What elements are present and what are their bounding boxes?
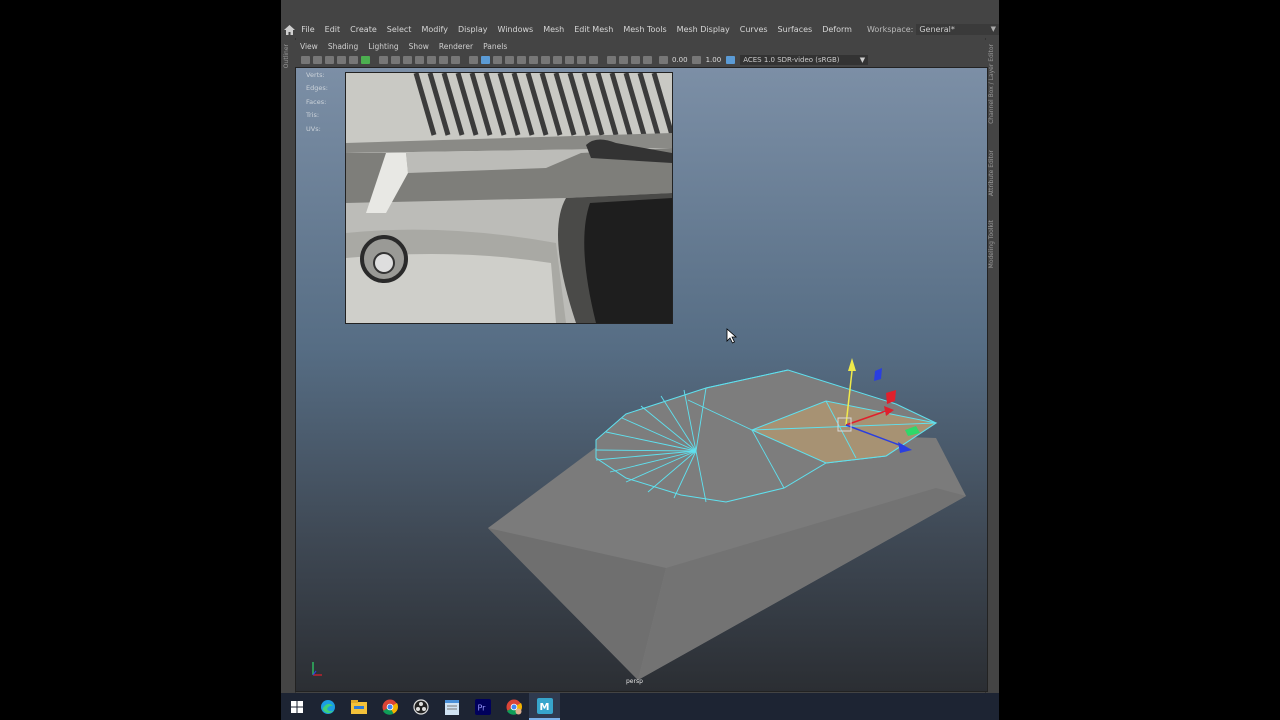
workspace-label: Workspace: <box>866 25 914 34</box>
grid-icon[interactable] <box>378 56 388 64</box>
xray-icon[interactable] <box>618 56 628 64</box>
panel-menu-view[interactable]: View <box>295 42 323 51</box>
safe-title-icon[interactable] <box>450 56 460 64</box>
premiere-icon[interactable]: Pr <box>467 693 498 720</box>
scene-model[interactable] <box>296 68 987 691</box>
workspace-dropdown[interactable]: General* ▼ <box>916 24 999 35</box>
perspective-viewport[interactable]: Verts: Edges: Faces: Tris: UVs: persp <box>295 67 988 692</box>
ambient-occlusion-icon[interactable] <box>552 56 562 64</box>
menu-mesh[interactable]: Mesh <box>538 25 569 34</box>
anti-aliasing-icon[interactable] <box>576 56 586 64</box>
textured-icon[interactable] <box>516 56 526 64</box>
chevron-down-icon: ▼ <box>859 56 866 64</box>
chrome-icon[interactable] <box>374 693 405 720</box>
xray-components-icon[interactable] <box>642 56 652 64</box>
attribute-editor-tab[interactable]: Attribute Editor <box>988 150 995 196</box>
panel-menubar: View Shading Lighting Show Renderer Pane… <box>295 40 986 53</box>
2d-pan-zoom-icon[interactable] <box>348 56 358 64</box>
obs-icon[interactable] <box>405 693 436 720</box>
menu-create[interactable]: Create <box>345 25 382 34</box>
svg-text:Pr: Pr <box>477 703 486 712</box>
field-chart-icon[interactable] <box>426 56 436 64</box>
workspace-value: General* <box>919 25 955 34</box>
exposure-value[interactable]: 0.00 <box>672 56 688 64</box>
isolate-select-icon[interactable] <box>606 56 616 64</box>
menu-deform[interactable]: Deform <box>817 25 857 34</box>
outliner-tab-strip[interactable]: Outliner <box>281 38 296 693</box>
main-menubar: File Edit Create Select Modify Display W… <box>281 21 999 38</box>
menu-windows[interactable]: Windows <box>492 25 538 34</box>
exposure-icon[interactable] <box>658 56 668 64</box>
menu-edit[interactable]: Edit <box>320 25 346 34</box>
home-icon[interactable] <box>283 24 296 35</box>
mouse-cursor-icon <box>726 328 738 344</box>
notepad-icon[interactable] <box>436 693 467 720</box>
menu-file[interactable]: File <box>296 25 319 34</box>
maya-window: File Edit Create Select Modify Display W… <box>281 0 999 693</box>
gamma-value[interactable]: 1.00 <box>706 56 722 64</box>
resolution-gate-icon[interactable] <box>402 56 412 64</box>
panel-menu-panels[interactable]: Panels <box>478 42 512 51</box>
gamma-icon[interactable] <box>692 56 702 64</box>
maya-icon[interactable]: M <box>529 693 560 720</box>
chevron-down-icon: ▼ <box>990 25 996 33</box>
wireframe-on-shaded-icon[interactable] <box>504 56 514 64</box>
axis-indicator-icon <box>312 662 322 676</box>
wireframe-icon[interactable] <box>468 56 478 64</box>
xray-joints-icon[interactable] <box>630 56 640 64</box>
windows-taskbar: Pr M <box>281 693 999 720</box>
menu-mesh-display[interactable]: Mesh Display <box>672 25 735 34</box>
color-space-value: ACES 1.0 SDR-video (sRGB) <box>743 56 840 64</box>
svg-text:M: M <box>539 702 549 713</box>
camera-name-label: persp <box>626 678 643 685</box>
color-space-dropdown[interactable]: ACES 1.0 SDR-video (sRGB) ▼ <box>740 55 869 65</box>
shadows-icon[interactable] <box>540 56 550 64</box>
smooth-shade-icon[interactable] <box>480 56 490 64</box>
menu-display[interactable]: Display <box>453 25 493 34</box>
windows-start-icon[interactable] <box>281 693 312 720</box>
panel-menu-shading[interactable]: Shading <box>323 42 363 51</box>
gate-mask-icon[interactable] <box>414 56 424 64</box>
image-plane-icon[interactable] <box>336 56 346 64</box>
panel-menu-lighting[interactable]: Lighting <box>363 42 403 51</box>
bookmark-icon[interactable] <box>324 56 334 64</box>
menu-curves[interactable]: Curves <box>735 25 773 34</box>
depth-of-field-icon[interactable] <box>588 56 598 64</box>
default-material-icon[interactable] <box>492 56 502 64</box>
camera-attributes-icon[interactable] <box>312 56 322 64</box>
grease-pencil-icon[interactable] <box>360 56 370 64</box>
edge-icon[interactable] <box>312 693 343 720</box>
outliner-tab-label[interactable]: Outliner <box>283 44 290 68</box>
panel-menu-show[interactable]: Show <box>404 42 434 51</box>
film-gate-icon[interactable] <box>390 56 400 64</box>
camera-icon[interactable] <box>300 56 310 64</box>
file-explorer-icon[interactable] <box>343 693 374 720</box>
menu-select[interactable]: Select <box>382 25 417 34</box>
motion-blur-icon[interactable] <box>564 56 574 64</box>
safe-action-icon[interactable] <box>438 56 448 64</box>
panel-toolbar: 0.00 1.00 ACES 1.0 SDR-video (sRGB) ▼ <box>295 53 986 67</box>
channel-box-tab[interactable]: Channel Box / Layer Editor <box>988 44 995 124</box>
color-management-icon[interactable] <box>725 56 735 64</box>
panel-menu-renderer[interactable]: Renderer <box>434 42 478 51</box>
chrome-alt-icon[interactable] <box>498 693 529 720</box>
menu-mesh-tools[interactable]: Mesh Tools <box>618 25 671 34</box>
modeling-toolkit-tab[interactable]: Modeling Toolkit <box>988 220 995 268</box>
menu-surfaces[interactable]: Surfaces <box>773 25 818 34</box>
menu-edit-mesh[interactable]: Edit Mesh <box>569 25 618 34</box>
menu-modify[interactable]: Modify <box>416 25 453 34</box>
lights-icon[interactable] <box>528 56 538 64</box>
title-area <box>281 0 999 21</box>
